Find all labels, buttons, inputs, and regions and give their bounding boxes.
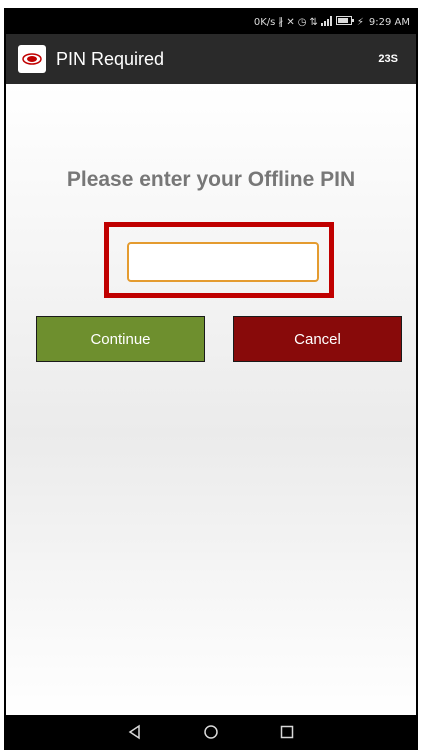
charging-icon: ⚡	[356, 16, 364, 28]
recents-icon[interactable]	[278, 723, 296, 741]
signal-icon	[320, 15, 333, 29]
data-icon: ⇅	[309, 16, 318, 28]
back-icon[interactable]	[126, 723, 144, 741]
pin-prompt: Please enter your Offline PIN	[66, 168, 356, 191]
battery-icon	[335, 16, 354, 28]
pin-input-highlight	[104, 222, 334, 298]
home-icon[interactable]	[202, 723, 220, 741]
pin-entry-panel: Please enter your Offline PIN Continue C…	[6, 84, 416, 719]
phone-screen: 0K/s ∦ ✕ ◷ ⇅ ⚡ 9:29 AM PIN Required 23S …	[4, 8, 418, 750]
continue-button[interactable]: Continue	[36, 316, 205, 362]
status-time: 9:29 AM	[368, 16, 410, 28]
alarm-icon: ◷	[297, 16, 307, 28]
cancel-button[interactable]: Cancel	[233, 316, 402, 362]
app-bar: PIN Required 23S	[6, 34, 416, 84]
countdown-timer: 23S	[378, 53, 398, 65]
status-icons: 0K/s ∦ ✕ ◷ ⇅ ⚡ 9:29 AM	[253, 15, 410, 29]
card-logo-icon	[18, 45, 46, 73]
network-speed: 0K/s	[253, 16, 276, 28]
status-bar: 0K/s ∦ ✕ ◷ ⇅ ⚡ 9:29 AM	[6, 10, 416, 34]
app-title: PIN Required	[56, 48, 165, 69]
bluetooth-icon: ∦	[278, 16, 284, 28]
navigation-bar	[6, 715, 416, 748]
pin-input[interactable]	[127, 242, 319, 282]
mute-icon: ✕	[286, 16, 295, 28]
